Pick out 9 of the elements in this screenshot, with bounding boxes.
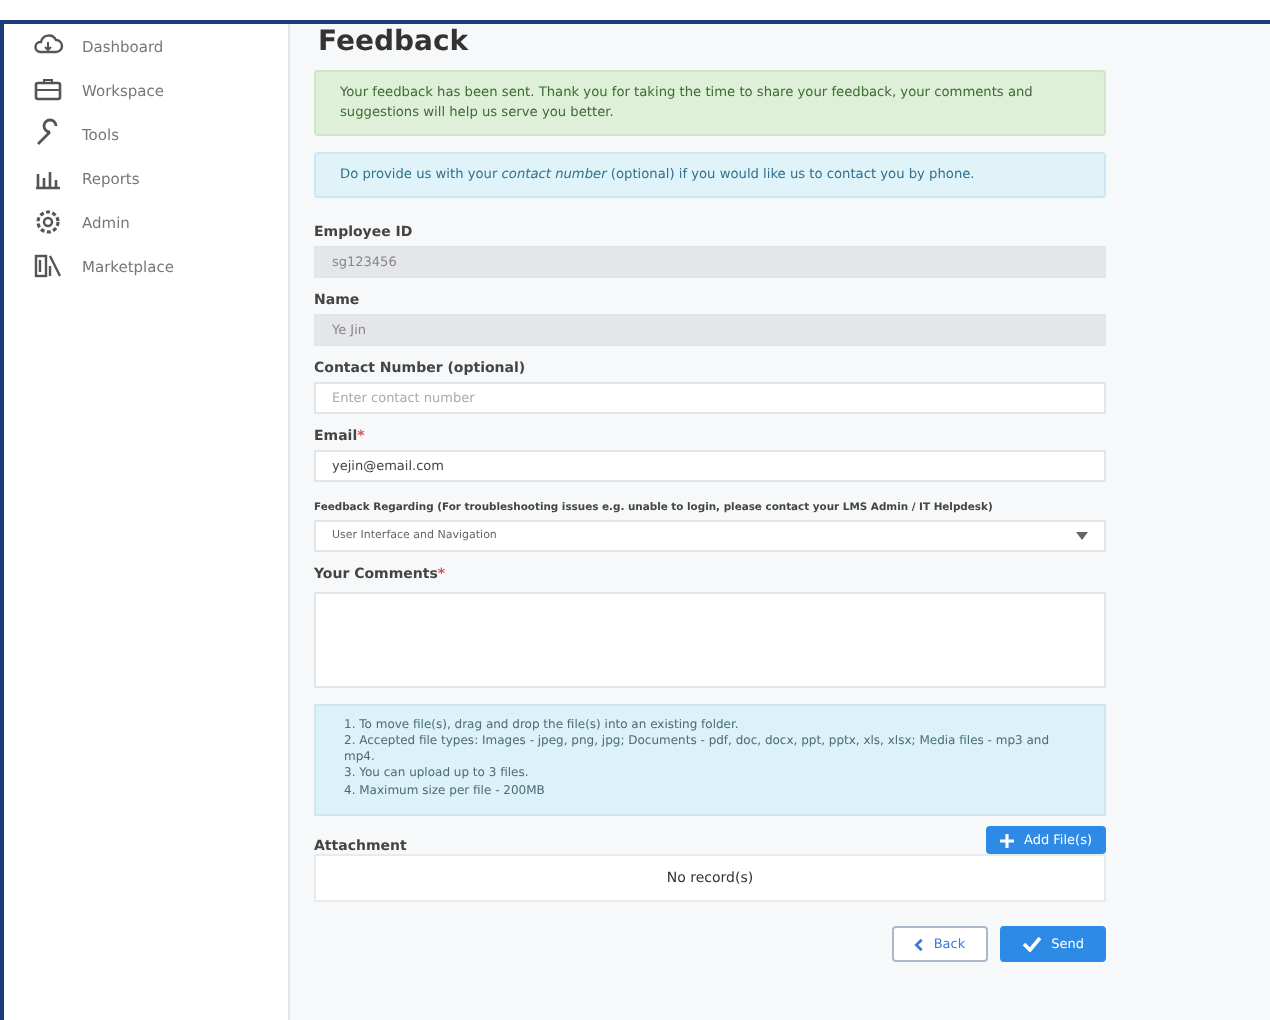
check-icon: [1021, 936, 1042, 953]
page-title: Feedback: [318, 26, 471, 58]
briefcase-icon: [32, 74, 64, 106]
plus-icon: [1000, 833, 1014, 848]
store-icon: [32, 250, 64, 282]
chevron-left-icon: [913, 937, 924, 952]
caret-icon: [1076, 531, 1088, 540]
settings-icon: [32, 206, 64, 238]
comment-box[interactable]: [314, 591, 1106, 688]
